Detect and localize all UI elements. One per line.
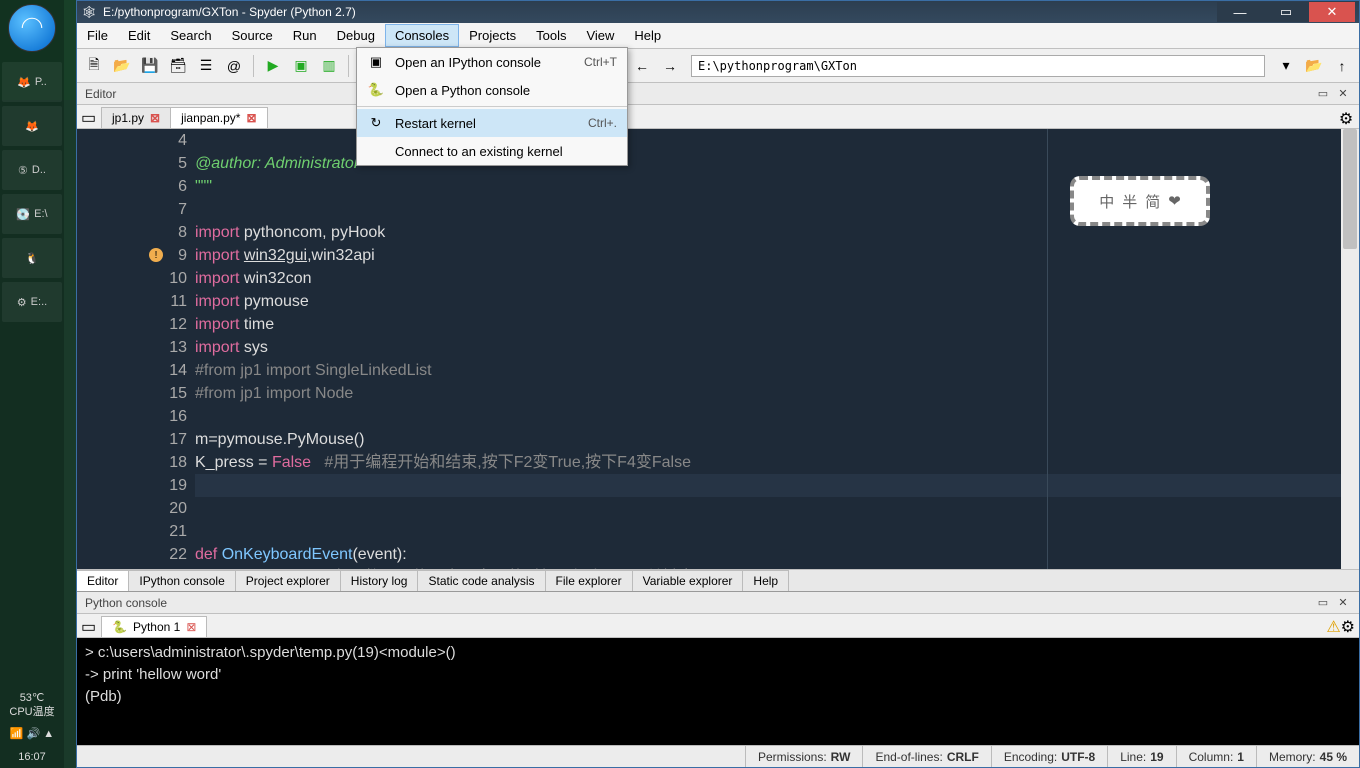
menu-open-python[interactable]: 🐍Open a Python console xyxy=(357,76,627,104)
cpu-temp: 53℃CPU温度 xyxy=(9,691,54,720)
titlebar[interactable]: 🕸 E:/pythonprogram/GXTon - Spyder (Pytho… xyxy=(77,1,1359,23)
pane-close-icon[interactable]: ✕ xyxy=(1335,86,1351,102)
menu-view[interactable]: View xyxy=(576,24,624,47)
warning-icon[interactable]: ⚠ xyxy=(1326,617,1340,637)
restart-icon: ↻ xyxy=(367,115,385,131)
toolbar: 🗎 📂 💾 🗃 ☰ @ ▶ ▣ ▥ ⤵ ⤴ ↷ ▶▶ ■ ⛶ ⤢ 🔧 🐍 ← →… xyxy=(77,49,1359,83)
menu-source[interactable]: Source xyxy=(222,24,283,47)
warning-icon[interactable]: ! xyxy=(149,248,163,262)
menu-run[interactable]: Run xyxy=(283,24,327,47)
spyder-window: 🕸 E:/pythonprogram/GXTon - Spyder (Pytho… xyxy=(76,0,1360,768)
console-icon: ▣ xyxy=(367,54,385,70)
task-firefox2[interactable]: 🦊 xyxy=(2,106,62,146)
panel-tab-static-code-analysis[interactable]: Static code analysis xyxy=(418,570,545,591)
close-icon[interactable]: ⊠ xyxy=(186,620,196,634)
menu-edit[interactable]: Edit xyxy=(118,24,160,47)
window-title: E:/pythonprogram/GXTon - Spyder (Python … xyxy=(103,5,1217,19)
pane-undock-icon[interactable]: ▭ xyxy=(1315,595,1331,611)
minimize-button[interactable]: — xyxy=(1217,2,1263,22)
task-spyder[interactable]: ⚙ E:.. xyxy=(2,282,62,322)
panel-tab-project-explorer[interactable]: Project explorer xyxy=(236,570,341,591)
line-gutter: 4567891011121314151617181920212223 xyxy=(77,129,195,569)
tab-jianpan[interactable]: jianpan.py*⊠ xyxy=(170,107,267,128)
status-column: Column: 1 xyxy=(1176,746,1256,767)
task-qq[interactable]: 🐧 xyxy=(2,238,62,278)
task-firefox[interactable]: 🦊 P.. xyxy=(2,62,62,102)
run-cell-icon[interactable]: ▣ xyxy=(288,53,314,79)
parent-dir-icon[interactable]: ↑ xyxy=(1329,53,1355,79)
browse-icon[interactable]: 📂 xyxy=(1301,53,1327,79)
start-button[interactable] xyxy=(8,4,56,52)
editor-tabs: ▭ jp1.py⊠ jianpan.py*⊠ ⚙ xyxy=(77,105,1359,129)
task-drive[interactable]: 💽 E:\ xyxy=(2,194,62,234)
close-icon[interactable]: ⊠ xyxy=(246,111,256,125)
column-ruler xyxy=(1047,129,1048,569)
editor-pane-title: Editor ▭ ✕ xyxy=(77,83,1359,105)
save-all-icon[interactable]: 🗃 xyxy=(165,53,191,79)
os-taskbar: 🦊 P.. 🦊 ⑤ D.. 💽 E:\ 🐧 ⚙ E:.. 53℃CPU温度 📶 … xyxy=(0,0,64,768)
panel-tab-variable-explorer[interactable]: Variable explorer xyxy=(633,570,744,591)
console-pane-title: Python console ▭ ✕ xyxy=(77,592,1359,614)
console-tabs: ▭ 🐍 Python 1 ⊠ ⚠ ⚙ xyxy=(77,614,1359,638)
menu-restart-kernel[interactable]: ↻Restart kernelCtrl+. xyxy=(357,109,627,137)
python-icon: 🐍 xyxy=(367,82,385,98)
task-html5[interactable]: ⑤ D.. xyxy=(2,150,62,190)
panel-tab-editor[interactable]: Editor xyxy=(77,570,129,591)
consoles-menu: ▣Open an IPython consoleCtrl+T 🐍Open a P… xyxy=(356,47,628,166)
panel-tab-ipython-console[interactable]: IPython console xyxy=(129,570,235,591)
tray-icons[interactable]: 📶 🔊 ▲ xyxy=(10,727,54,741)
tab-jp1[interactable]: jp1.py⊠ xyxy=(101,107,171,128)
status-encoding: Encoding: UTF-8 xyxy=(991,746,1107,767)
status-memory: Memory: 45 % xyxy=(1256,746,1359,767)
open-icon[interactable]: 📂 xyxy=(109,53,135,79)
panel-tab-help[interactable]: Help xyxy=(743,570,789,591)
list-icon[interactable]: ☰ xyxy=(193,53,219,79)
ime-indicator[interactable]: 中 半 简 ❤ xyxy=(1070,176,1210,226)
tab-options-icon[interactable]: ⚙ xyxy=(1337,110,1355,128)
close-button[interactable]: ✕ xyxy=(1309,2,1355,22)
nav-fwd-icon[interactable]: → xyxy=(657,53,683,79)
at-icon[interactable]: @ xyxy=(221,53,247,79)
save-icon[interactable]: 💾 xyxy=(137,53,163,79)
panel-tab-file-explorer[interactable]: File explorer xyxy=(546,570,633,591)
status-eol: End-of-lines: CRLF xyxy=(862,746,990,767)
statusbar: Permissions: RW End-of-lines: CRLF Encod… xyxy=(77,745,1359,767)
menu-consoles[interactable]: Consoles xyxy=(385,24,459,47)
tab-list-icon[interactable]: ▭ xyxy=(81,617,101,637)
menu-debug[interactable]: Debug xyxy=(327,24,385,47)
app-icon: 🕸 xyxy=(81,4,97,20)
console-tab[interactable]: 🐍 Python 1 ⊠ xyxy=(101,616,207,637)
menu-projects[interactable]: Projects xyxy=(459,24,526,47)
panel-tab-history-log[interactable]: History log xyxy=(341,570,419,591)
console-options-icon[interactable]: ⚙ xyxy=(1341,617,1355,637)
vertical-scrollbar[interactable] xyxy=(1341,129,1359,569)
console-output[interactable]: > c:\users\administrator\.spyder\temp.py… xyxy=(77,638,1359,745)
menu-connect-kernel[interactable]: Connect to an existing kernel xyxy=(357,137,627,165)
menu-open-ipython[interactable]: ▣Open an IPython consoleCtrl+T xyxy=(357,48,627,76)
status-permissions: Permissions: RW xyxy=(745,746,862,767)
status-line: Line: 19 xyxy=(1107,746,1175,767)
pane-undock-icon[interactable]: ▭ xyxy=(1315,86,1331,102)
menu-help[interactable]: Help xyxy=(624,24,671,47)
tab-list-icon[interactable]: ▭ xyxy=(81,108,101,128)
pane-close-icon[interactable]: ✕ xyxy=(1335,595,1351,611)
new-file-icon[interactable]: 🗎 xyxy=(81,53,107,79)
nav-back-icon[interactable]: ← xyxy=(629,53,655,79)
clock[interactable]: 16:07 xyxy=(18,750,46,764)
menu-search[interactable]: Search xyxy=(160,24,221,47)
close-icon[interactable]: ⊠ xyxy=(150,111,160,125)
menu-tools[interactable]: Tools xyxy=(526,24,576,47)
run-icon[interactable]: ▶ xyxy=(260,53,286,79)
run-cell-advance-icon[interactable]: ▥ xyxy=(316,53,342,79)
menu-file[interactable]: File xyxy=(77,24,118,47)
menubar: FileEditSearchSourceRunDebugConsolesProj… xyxy=(77,23,1359,49)
chevron-down-icon[interactable]: ▾ xyxy=(1273,53,1299,79)
maximize-button[interactable]: ▭ xyxy=(1263,2,1309,22)
working-dir-input[interactable]: E:\pythonprogram\GXTon xyxy=(691,55,1265,77)
panel-tabs: EditorIPython consoleProject explorerHis… xyxy=(77,569,1359,591)
